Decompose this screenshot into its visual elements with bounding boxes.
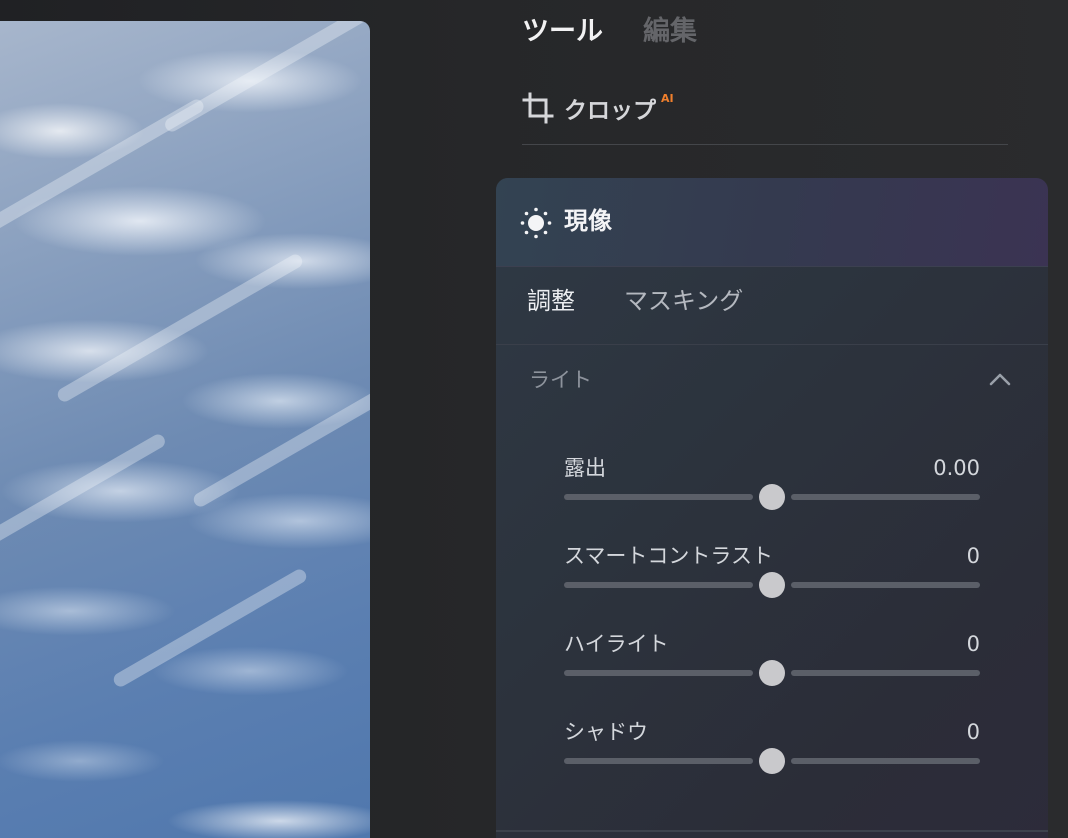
slider-value[interactable]: 0.00 (933, 453, 980, 483)
cloud-streak (0, 431, 168, 565)
slider-shadows: シャドウ 0 (564, 717, 980, 777)
develop-panel-header[interactable]: 現像 (496, 178, 1048, 267)
track-right (791, 758, 980, 764)
slider-label: シャドウ (564, 720, 648, 744)
track-left (564, 582, 753, 588)
cloud-streak (191, 386, 370, 510)
develop-panel: 現像 調整 マスキング ライト 露出 0.00 スマートコントラスト 0 ハイラ… (496, 178, 1048, 838)
crop-tool-button[interactable]: クロップ AI (522, 88, 674, 128)
slider-track[interactable] (564, 572, 980, 598)
slider-label: ハイライト (564, 632, 669, 656)
app-window: ツール 編集 クロップ AI 現像 調整 マスキング ライト 露出 0.00 ス… (0, 0, 1068, 838)
develop-title: 現像 (564, 207, 612, 235)
slider-smart-contrast: スマートコントラスト 0 (564, 541, 980, 601)
track-right (791, 582, 980, 588)
photo-preview[interactable] (0, 21, 370, 838)
slider-thumb[interactable] (759, 660, 785, 686)
slider-thumb[interactable] (759, 748, 785, 774)
slider-track[interactable] (564, 748, 980, 774)
section-light-label[interactable]: ライト (529, 365, 592, 395)
divider (496, 344, 1048, 345)
slider-value[interactable]: 0 (967, 541, 980, 571)
tab-tools[interactable]: ツール (522, 14, 603, 50)
sun-icon (520, 207, 552, 243)
track-right (791, 494, 980, 500)
subtab-adjust[interactable]: 調整 (527, 284, 575, 318)
slider-thumb[interactable] (759, 572, 785, 598)
slider-highlights: ハイライト 0 (564, 629, 980, 689)
cloud-streak (111, 566, 309, 690)
slider-thumb[interactable] (759, 484, 785, 510)
crop-label: クロップ (564, 98, 656, 124)
subtab-masking[interactable]: マスキング (624, 284, 743, 318)
ai-badge: AI (661, 91, 674, 105)
crop-icon (522, 92, 554, 124)
tab-edit[interactable]: 編集 (643, 14, 697, 50)
chevron-up-icon[interactable] (989, 371, 1011, 390)
slider-value[interactable]: 0 (967, 717, 980, 747)
track-left (564, 494, 753, 500)
cloud-streak (55, 251, 305, 405)
track-left (564, 670, 753, 676)
track-right (791, 670, 980, 676)
slider-track[interactable] (564, 484, 980, 510)
slider-track[interactable] (564, 660, 980, 686)
slider-label: スマートコントラスト (564, 544, 773, 568)
slider-exposure: 露出 0.00 (564, 453, 980, 513)
slider-value[interactable]: 0 (967, 629, 980, 659)
cloud-streak (162, 21, 370, 135)
divider (522, 144, 1008, 145)
track-left (564, 758, 753, 764)
slider-label: 露出 (564, 456, 606, 480)
divider (496, 830, 1048, 832)
